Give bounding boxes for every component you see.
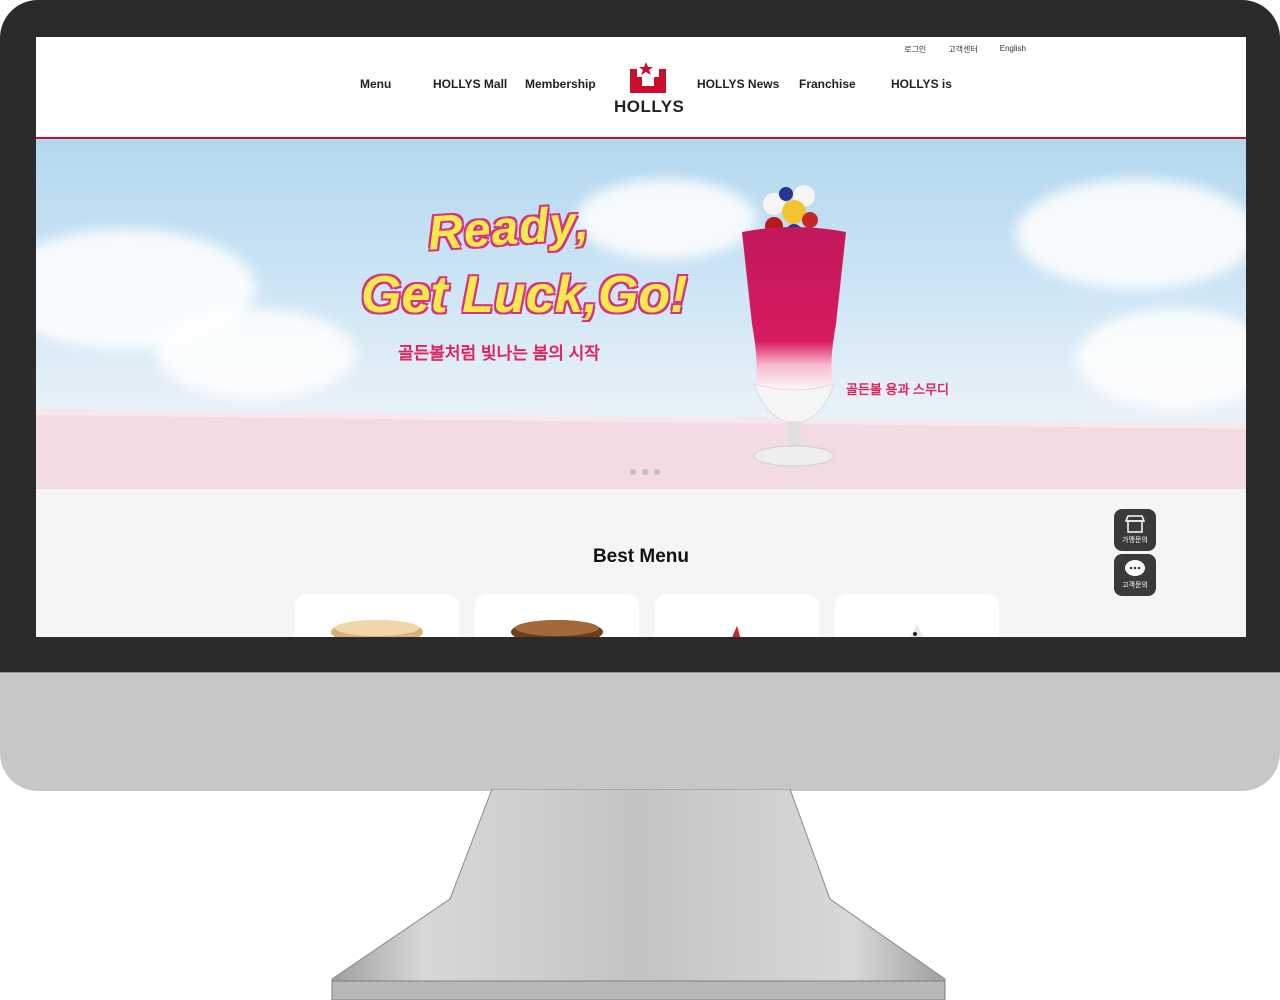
store-icon [1124, 515, 1146, 533]
drink-image [511, 620, 603, 637]
drink-image [331, 620, 423, 637]
banner-subcopy: 골든볼처럼 빛나는 봄의 시작 [398, 344, 600, 363]
nav-hollys-is[interactable]: HOLLYS is [891, 77, 952, 91]
hero-banner[interactable]: Ready, Get Luck,Go! 골든볼처럼 빛나는 봄의 시작 골든볼 … [36, 139, 1246, 489]
customer-inquiry-button[interactable]: 고객문의 [1114, 554, 1156, 596]
nav-menu[interactable]: Menu [360, 77, 391, 91]
drink-image [731, 624, 743, 637]
nav-franchise[interactable]: Franchise [799, 77, 856, 91]
drink-image [910, 624, 924, 637]
monitor-chin [0, 672, 1280, 791]
best-menu-title: Best Menu [592, 546, 690, 567]
english-link[interactable]: English [1000, 44, 1026, 55]
menu-card[interactable] [475, 594, 639, 637]
hollys-logo[interactable]: HOLLYS [614, 59, 685, 119]
login-link[interactable]: 로그인 [904, 44, 926, 55]
chat-bubble-icon [1125, 560, 1145, 576]
menu-card[interactable] [835, 594, 999, 637]
customer-inquiry-label: 고객문의 [1122, 582, 1148, 589]
headline-line2: Get Luck,Go! [361, 266, 688, 324]
slide-dot[interactable] [630, 469, 636, 475]
franchise-inquiry-button[interactable]: 가맹문의 [1114, 509, 1156, 551]
customer-center-link[interactable]: 고객센터 [948, 44, 977, 55]
utility-links: 로그인 고객센터 English [904, 44, 1026, 55]
monitor-stand [331, 789, 946, 1000]
nav-hollys-mall[interactable]: HOLLYS Mall [433, 77, 507, 91]
crown-icon [630, 62, 666, 93]
best-menu-section: Best Menu [36, 489, 1246, 637]
site-header: 로그인 고객센터 English Menu HOLLYS Mall Member… [36, 37, 1246, 139]
browser-viewport: 로그인 고객센터 English Menu HOLLYS Mall Member… [36, 37, 1246, 637]
slide-dot[interactable] [654, 469, 660, 475]
nav-hollys-news[interactable]: HOLLYS News [697, 77, 779, 91]
product-name: 골든볼 용과 스무디 [846, 382, 949, 397]
cloud-shape [1016, 179, 1246, 289]
slide-indicators [630, 469, 660, 475]
menu-card[interactable] [295, 594, 459, 637]
menu-card[interactable] [655, 594, 819, 637]
nav-membership[interactable]: Membership [525, 77, 596, 91]
cloud-shape [156, 309, 356, 399]
smoothie-glass-image [742, 185, 846, 467]
headline-line1: Ready, [426, 196, 592, 261]
logo-text: HOLLYS [614, 97, 685, 116]
slide-dot[interactable] [642, 469, 648, 475]
franchise-inquiry-label: 가맹문의 [1122, 537, 1148, 544]
